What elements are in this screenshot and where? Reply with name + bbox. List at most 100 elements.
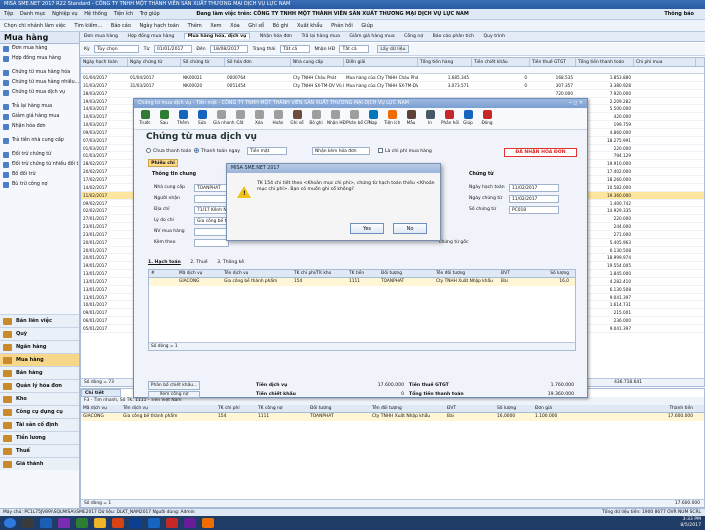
- tab-receive-invoice[interactable]: Nhận hóa đơn: [260, 34, 292, 39]
- dlg-col-unit[interactable]: ĐVT: [499, 270, 529, 278]
- module-warehouse[interactable]: Kho: [0, 392, 79, 405]
- table-row[interactable]: 01/04/2017 01/04/2017 NK00021 0000764 Cty TN…: [81, 74, 704, 82]
- tab-statistics[interactable]: 3. Thống kê: [217, 260, 244, 265]
- dialog-tool-6[interactable]: Xóa: [251, 108, 267, 125]
- supplier-input[interactable]: TOANPHAT: [194, 184, 229, 192]
- posting-date-button[interactable]: Ngày hạch toán: [140, 23, 180, 29]
- feedback-button[interactable]: Phản hồi: [331, 23, 353, 29]
- dialog-window-controls[interactable]: – ◻ ✕: [569, 99, 583, 108]
- grid-filter-row[interactable]: [81, 67, 704, 74]
- dialog-detail-row[interactable]: GIACONG Gia công bề thành phẩm 154 1111 TOAN…: [149, 278, 575, 286]
- voucher-date-input[interactable]: 11/02/2017: [509, 195, 559, 203]
- sidebar-item-service-voucher[interactable]: Chứng từ mua dịch vụ: [0, 88, 79, 98]
- split-discount-button[interactable]: Phân bổ chiết khấu...: [148, 381, 200, 390]
- dialog-tool-11[interactable]: Phân bổ CP: [346, 108, 370, 125]
- dialog-tool-10[interactable]: Nhận HĐ: [327, 108, 346, 125]
- voucher-no-input[interactable]: PC018: [509, 206, 559, 214]
- status-select[interactable]: Tất cả: [279, 44, 310, 53]
- receive-invoice-select[interactable]: Nhận kèm hóa đơn: [312, 147, 370, 155]
- search-button[interactable]: Tìm kiếm...: [74, 23, 102, 29]
- col-goods-total[interactable]: Tổng tiền hàng: [418, 58, 472, 66]
- dlg-col-code[interactable]: Mã dịch vụ: [177, 270, 222, 278]
- export-button[interactable]: Xuất khẩu: [297, 23, 323, 29]
- module-cash[interactable]: Quỹ: [0, 327, 79, 340]
- pay-method-select[interactable]: Tiền mặt: [247, 147, 287, 155]
- dialog-tool-8[interactable]: Ghi sổ: [289, 108, 305, 125]
- excel-icon[interactable]: [76, 518, 88, 528]
- sidebar-item-offset[interactable]: Đối trừ chứng từ: [0, 150, 79, 160]
- sidebar-item-unoffset[interactable]: Bồ đối trừ: [0, 170, 79, 180]
- detail-col-cost-account[interactable]: TK chi phí: [216, 405, 256, 413]
- dialog-tool-14[interactable]: Mẫu: [403, 108, 419, 125]
- detail-col-unit[interactable]: ĐVT: [445, 405, 495, 413]
- dialog-tool-15[interactable]: In: [422, 108, 438, 125]
- tab-analysis[interactable]: Báo cáo phân tích: [433, 34, 474, 39]
- col-payment-total[interactable]: Tổng tiền thanh toán: [576, 58, 634, 66]
- sidebar-item-offset-multi[interactable]: Đối trừ chứng từ nhiều đối t...: [0, 160, 79, 170]
- detail-col-code[interactable]: Mã dịch vụ: [81, 405, 121, 413]
- sidebar-item-pay-supplier[interactable]: Trả tiền nhà cung cấp: [0, 136, 79, 146]
- notification-link[interactable]: Thông báo: [664, 9, 694, 20]
- tab-purchase-order[interactable]: Đơn mua hàng: [84, 34, 118, 39]
- dlg-col-name[interactable]: Tên dịch vụ: [222, 270, 292, 278]
- dialog-tool-4[interactable]: Giá nhanh: [213, 108, 235, 125]
- col-supplier[interactable]: Nhà cung cấp: [291, 58, 344, 66]
- word-icon[interactable]: [40, 518, 52, 528]
- period-select[interactable]: Tùy chọn: [94, 44, 140, 53]
- col-voucher-date[interactable]: Ngày chứng từ: [128, 58, 181, 66]
- explorer-icon[interactable]: [22, 518, 34, 528]
- yes-button[interactable]: Yes: [350, 223, 384, 234]
- powerpoint-icon[interactable]: [112, 518, 124, 528]
- radio-paid[interactable]: Thanh toán ngay: [194, 148, 240, 154]
- dialog-tool-5[interactable]: Cất: [232, 108, 248, 125]
- dialog-tool-16[interactable]: Phản hồi: [441, 108, 459, 125]
- dialog-tool-3[interactable]: Sửa: [194, 108, 210, 125]
- firefox-icon[interactable]: [202, 518, 214, 528]
- dlg-col-object[interactable]: Đối tượng: [379, 270, 434, 278]
- dialog-tool-9[interactable]: Bỏ ghi: [308, 108, 324, 125]
- module-purchase[interactable]: Mua hàng: [0, 353, 79, 366]
- sidebar-item-receive-invoice[interactable]: Nhận hóa đơn: [0, 122, 79, 132]
- sidebar-item-return[interactable]: Trả lại hàng mua: [0, 102, 79, 112]
- sidebar-item-goods-multi[interactable]: Chứng từ mua hàng nhiều...: [0, 78, 79, 88]
- dlg-col-qty[interactable]: Số lượng: [529, 270, 569, 278]
- invoice-filter-select[interactable]: Tất cả: [339, 44, 370, 53]
- dlg-col-cost-account[interactable]: TK chi phí/TK kho: [292, 270, 347, 278]
- module-sales-desk[interactable]: Bán liên việc: [0, 314, 79, 327]
- tab-purchase-goods-services[interactable]: Mua hàng hóa, dịch vụ: [183, 33, 251, 39]
- table-row[interactable]: 28/03/2017 720.000 7.920.000: [81, 90, 704, 98]
- detail-col-name[interactable]: Tên dịch vụ: [121, 405, 216, 413]
- dialog-tool-0[interactable]: Trước: [137, 108, 153, 125]
- menu-utilities[interactable]: Tiện ích: [114, 11, 133, 17]
- no-button[interactable]: No: [393, 223, 427, 234]
- misa-icon[interactable]: [166, 518, 178, 528]
- menu-system[interactable]: Hệ thống: [84, 11, 107, 17]
- menu-help[interactable]: Trợ giúp: [140, 11, 160, 17]
- address-input[interactable]: 71/17 Kênh Nư...: [194, 206, 229, 214]
- dialog-tool-2[interactable]: Thêm: [175, 108, 191, 125]
- table-row[interactable]: 31/03/2017 31/03/2017 NK00020 0051454 Cty TN…: [81, 82, 704, 90]
- post-button[interactable]: Ghi sổ: [248, 23, 264, 29]
- module-invoice[interactable]: Quản lý hóa đơn: [0, 379, 79, 392]
- sidebar-item-goods-voucher[interactable]: Chứng từ mua hàng hóa: [0, 68, 79, 78]
- load-data-button[interactable]: Lấy dữ liệu: [376, 44, 409, 53]
- module-bank[interactable]: Ngân hàng: [0, 340, 79, 353]
- tab-purchase-contract[interactable]: Hợp đồng mua hàng: [127, 34, 174, 39]
- tab-discount[interactable]: Giảm giá hàng mua: [349, 34, 394, 39]
- col-description[interactable]: Diễn giải: [344, 58, 418, 66]
- tab-return[interactable]: Trả lại hàng mua: [302, 34, 340, 39]
- dialog-tool-18[interactable]: Đóng: [479, 108, 495, 125]
- view-button[interactable]: Xem: [210, 23, 221, 29]
- col-vat[interactable]: Tiền thuế GTGT: [530, 58, 576, 66]
- module-cost[interactable]: Giá thành: [0, 457, 79, 470]
- col-purchase-cost[interactable]: Chi phí mua: [634, 58, 696, 66]
- menu-operations[interactable]: Nghiệp vụ: [52, 11, 77, 17]
- add-button[interactable]: Thêm: [188, 23, 202, 29]
- dialog-tool-1[interactable]: Sau: [156, 108, 172, 125]
- col-discount[interactable]: Tiền chiết khấu: [472, 58, 530, 66]
- menu-file[interactable]: Tệp: [4, 11, 13, 17]
- tab-accounting[interactable]: 1. Hạch toán: [148, 260, 181, 265]
- tab-debt[interactable]: Công nợ: [404, 34, 423, 39]
- app-icon[interactable]: [184, 518, 196, 528]
- tab-tax[interactable]: 2. Thuế: [190, 260, 207, 265]
